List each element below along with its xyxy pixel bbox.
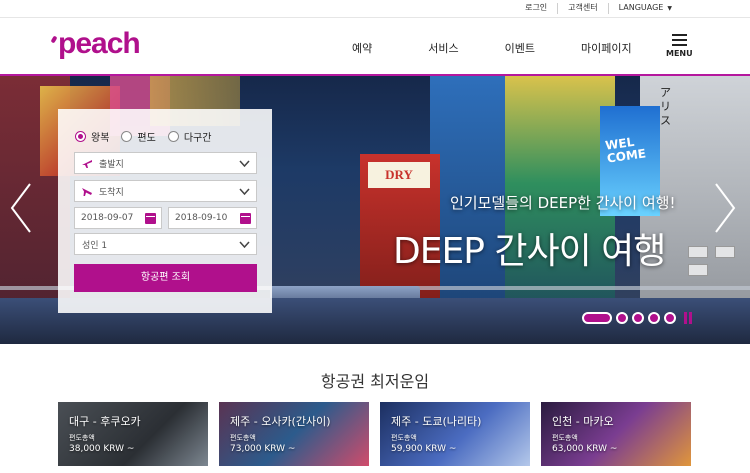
- trip-type-oneway[interactable]: 편도: [121, 129, 156, 144]
- chevron-down-icon: [239, 158, 250, 169]
- radio-icon: [121, 131, 133, 142]
- utility-links: 로그인 고객센터 LANGUAGE ▼: [515, 3, 682, 14]
- menu-button[interactable]: MENU: [666, 34, 693, 58]
- chevron-down-icon: [239, 186, 250, 197]
- return-date-value: 2018-09-10: [175, 213, 228, 223]
- fare-trip-type: 편도총액: [391, 434, 417, 442]
- nav-item-events[interactable]: 이벤트: [505, 40, 535, 56]
- menu-label: MENU: [666, 49, 693, 58]
- pager-dot[interactable]: [616, 312, 628, 324]
- login-link[interactable]: 로그인: [515, 3, 559, 14]
- fare-trip-type: 편도총액: [230, 434, 256, 442]
- site-header: peach 예약 서비스 이벤트 마이페이지 MENU: [0, 18, 750, 76]
- search-flights-button[interactable]: 항공편 조회: [74, 264, 257, 292]
- nav-item-booking[interactable]: 예약: [352, 40, 372, 56]
- pager-dot[interactable]: [632, 312, 644, 324]
- dry-sign-text: DRY: [368, 162, 430, 188]
- hero-pager: [582, 312, 694, 324]
- nav-item-mypage[interactable]: 마이페이지: [581, 40, 632, 56]
- calendar-icon[interactable]: [145, 213, 156, 224]
- utility-bar: 로그인 고객센터 LANGUAGE ▼: [0, 0, 750, 18]
- trip-type-multicity[interactable]: 다구간: [167, 129, 212, 144]
- hero-title: DEEP 간사이 여행: [393, 231, 666, 272]
- fare-price: 73,000 KRW ~: [230, 444, 296, 454]
- depart-date-value: 2018-09-07: [81, 213, 134, 223]
- trip-type-label: 다구간: [183, 133, 212, 144]
- hero-prev-button[interactable]: [10, 182, 32, 234]
- hero-subtitle: 인기모델들의 DEEP한 간사이 여행!: [450, 194, 676, 212]
- main-nav: 예약 서비스 이벤트 마이페이지: [352, 40, 682, 56]
- plane-landing-icon: [81, 185, 93, 197]
- fare-trip-type: 편도총액: [552, 434, 578, 442]
- fare-price: 38,000 KRW ~: [69, 444, 135, 454]
- ac-unit: [688, 246, 708, 258]
- chevron-down-icon: [239, 239, 250, 250]
- chevron-left-icon: [10, 183, 31, 233]
- fare-route: 대구 - 후쿠오카: [69, 415, 141, 428]
- logo-tick: [50, 35, 58, 44]
- trip-type-label: 편도: [137, 133, 156, 144]
- vertical-sign-text: アリス: [660, 86, 671, 127]
- trip-type-group: 왕복 편도 다구간: [75, 129, 223, 144]
- trip-type-roundtrip[interactable]: 왕복: [75, 129, 109, 144]
- fare-price: 59,900 KRW ~: [391, 444, 457, 454]
- language-label: LANGUAGE: [618, 3, 664, 12]
- fare-card[interactable]: 제주 - 오사카(간사이) 편도총액 73,000 KRW ~: [219, 402, 369, 466]
- flight-search-panel: 왕복 편도 다구간 출발지 도착지 2018-09-07 2018-09-10 …: [58, 109, 272, 313]
- lowest-fares-heading: 항공권 최저운임: [320, 372, 430, 391]
- ac-unit: [715, 246, 735, 258]
- fare-route: 인천 - 마카오: [552, 415, 614, 428]
- fare-price: 63,000 KRW ~: [552, 444, 618, 454]
- pager-dot-active[interactable]: [582, 312, 612, 324]
- arrival-placeholder: 도착지: [99, 187, 124, 198]
- pager-dot[interactable]: [664, 312, 676, 324]
- trip-type-label: 왕복: [91, 133, 110, 144]
- hero-next-button[interactable]: [714, 182, 736, 234]
- plane-takeoff-icon: [81, 157, 93, 169]
- language-selector[interactable]: LANGUAGE ▼: [609, 3, 682, 14]
- fare-route: 제주 - 도쿄(나리타): [391, 415, 482, 428]
- logo-text: peach: [58, 27, 141, 60]
- customer-center-link[interactable]: 고객센터: [558, 3, 609, 14]
- passenger-select[interactable]: 성인 1: [74, 233, 257, 255]
- hamburger-icon: [666, 34, 692, 46]
- fare-trip-type: 편도총액: [69, 434, 95, 442]
- welcome-sign-text: WEL COME: [604, 134, 647, 166]
- fare-card[interactable]: 대구 - 후쿠오카 편도총액 38,000 KRW ~: [58, 402, 208, 466]
- pause-icon[interactable]: [682, 312, 694, 324]
- departure-select[interactable]: 출발지: [74, 152, 257, 174]
- chevron-right-icon: [715, 183, 736, 233]
- peach-logo[interactable]: peach: [50, 27, 141, 61]
- passenger-value: 성인 1: [82, 240, 108, 251]
- caret-down-icon: ▼: [667, 5, 672, 12]
- arrival-select[interactable]: 도착지: [74, 180, 257, 202]
- pager-dot[interactable]: [648, 312, 660, 324]
- return-date-field[interactable]: 2018-09-10: [168, 207, 257, 229]
- departure-placeholder: 출발지: [99, 159, 124, 170]
- radio-selected-icon: [75, 131, 86, 142]
- nav-item-services[interactable]: 서비스: [428, 40, 458, 56]
- depart-date-field[interactable]: 2018-09-07: [74, 207, 162, 229]
- fare-route: 제주 - 오사카(간사이): [230, 415, 331, 428]
- ac-unit: [688, 264, 708, 276]
- radio-icon: [167, 131, 179, 142]
- fare-card[interactable]: 제주 - 도쿄(나리타) 편도총액 59,900 KRW ~: [380, 402, 530, 466]
- fare-card[interactable]: 인천 - 마카오 편도총액 63,000 KRW ~: [541, 402, 691, 466]
- calendar-icon[interactable]: [240, 213, 251, 224]
